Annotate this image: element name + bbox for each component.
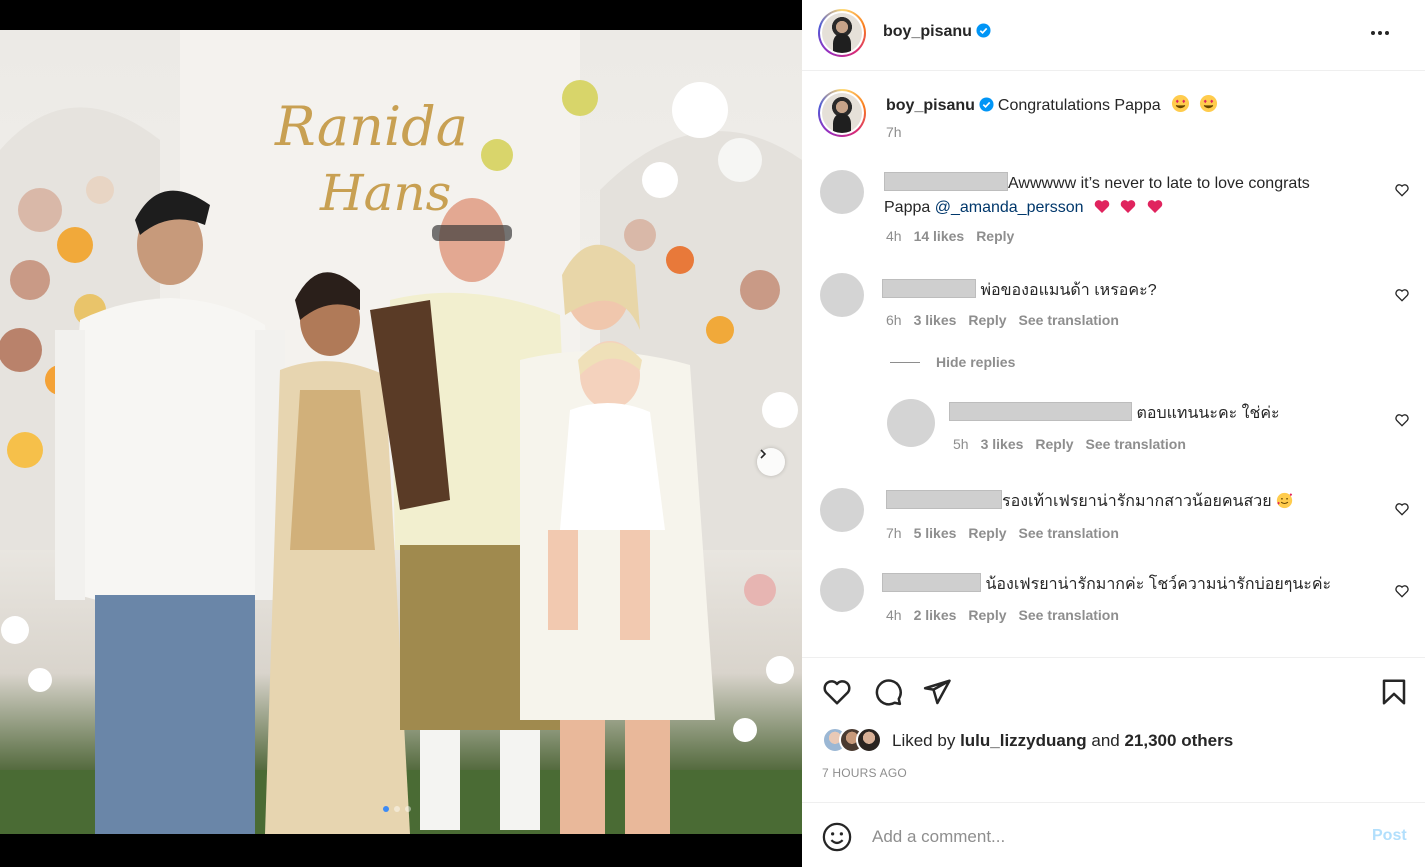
- comment-meta: 6h 3 likes Reply See translation: [886, 312, 1119, 328]
- backdrop-name-1: Ranida: [274, 95, 468, 158]
- comment-username-redacted[interactable]: [886, 490, 1002, 509]
- comment-meta: 7h 5 likes Reply See translation: [886, 525, 1119, 541]
- author-username-text[interactable]: boy_pisanu: [883, 23, 972, 40]
- reply-meta: 5h 3 likes Reply See translation: [953, 436, 1186, 452]
- comment-avatar[interactable]: [820, 568, 864, 612]
- carousel-dot[interactable]: [394, 806, 400, 812]
- comment-text: รองเท้าเฟรยาน่ารักมากสาวน้อยคนสวย: [886, 490, 1293, 514]
- carousel-next-button[interactable]: [757, 448, 785, 476]
- comment-like-heart-icon[interactable]: [1394, 583, 1410, 599]
- caption-text: Congratulations Pappa: [997, 97, 1161, 114]
- comment-time[interactable]: 7h: [886, 525, 902, 541]
- comment-bubble-icon[interactable]: [873, 677, 903, 707]
- comment-input[interactable]: [872, 823, 1342, 851]
- media-panel: Ranida Hans: [0, 0, 802, 867]
- backdrop-name-2: Hans: [319, 164, 451, 222]
- comment-reply-button[interactable]: Reply: [968, 312, 1006, 328]
- carousel-dot[interactable]: [405, 806, 411, 812]
- comment-like-heart-icon[interactable]: [1394, 412, 1410, 428]
- emoji-picker-icon[interactable]: [822, 822, 852, 852]
- comment-likes[interactable]: 5 likes: [914, 525, 957, 541]
- post-details-panel: boy_pisanu boy_pisanu Congratulations Pap…: [802, 0, 1425, 867]
- comment-time[interactable]: 5h: [953, 436, 969, 452]
- comment-time[interactable]: 4h: [886, 607, 902, 623]
- comment-username-redacted[interactable]: [949, 402, 1132, 421]
- comment-avatar[interactable]: [820, 273, 864, 317]
- caption-username[interactable]: boy_pisanu: [886, 97, 975, 114]
- instagram-post-view: Ranida Hans boy_pisanu boy_pisanu Congra…: [0, 0, 1425, 867]
- comment-reply-button[interactable]: Reply: [1035, 436, 1073, 452]
- reply-text: ตอบแทนนะคะ ใช่ค่ะ: [949, 402, 1280, 426]
- reply-avatar[interactable]: [887, 399, 935, 447]
- add-comment-bar: Post: [802, 802, 1425, 867]
- author-avatar[interactable]: [818, 9, 866, 57]
- comment-avatar[interactable]: [820, 170, 864, 214]
- chevron-right-icon: [760, 449, 767, 459]
- comment-avatar[interactable]: [820, 488, 864, 532]
- post-header: boy_pisanu: [802, 0, 1425, 71]
- post-photo: Ranida Hans: [0, 30, 802, 834]
- see-translation-button[interactable]: See translation: [1019, 607, 1119, 623]
- caption-time[interactable]: 7h: [886, 124, 902, 140]
- liked-by-others[interactable]: 21,300 others: [1124, 731, 1233, 750]
- hearts-face-emoji-icon: [1276, 492, 1293, 509]
- author-username[interactable]: boy_pisanu: [883, 23, 991, 41]
- comment-meta: 4h 14 likes Reply: [886, 228, 1014, 244]
- comment-reply-button[interactable]: Reply: [968, 607, 1006, 623]
- verified-badge-icon: [979, 97, 994, 112]
- hide-replies-label[interactable]: Hide replies: [936, 354, 1015, 370]
- liked-by-text: Liked by lulu_lizzyduang and 21,300 othe…: [892, 731, 1234, 750]
- liked-by-avatars[interactable]: [822, 727, 892, 755]
- comment-likes[interactable]: 14 likes: [914, 228, 965, 244]
- caption-author-avatar[interactable]: [818, 89, 866, 137]
- red-heart-emoji-icon: [1121, 200, 1136, 213]
- heart-eyes-emoji-icon: [1172, 94, 1190, 113]
- comment-reply-button[interactable]: Reply: [976, 228, 1014, 244]
- verified-badge-icon: [976, 23, 991, 38]
- hide-replies-button[interactable]: Hide replies: [890, 354, 1015, 370]
- comment-like-heart-icon[interactable]: [1394, 182, 1410, 198]
- red-heart-emoji-icon: [1094, 200, 1110, 213]
- red-heart-emoji-icon: [1147, 200, 1163, 213]
- comment-username-redacted[interactable]: [882, 573, 981, 592]
- carousel-dot[interactable]: [383, 806, 389, 812]
- liked-by-user[interactable]: lulu_lizzyduang: [960, 731, 1087, 750]
- save-bookmark-icon[interactable]: [1379, 677, 1409, 707]
- posted-time[interactable]: 7 HOURS AGO: [822, 766, 907, 780]
- comment-text: พ่อของอแมนด้า เหรอคะ?: [882, 279, 1157, 303]
- comment-text: Awwwww it’s never to late to love congra…: [884, 172, 1384, 220]
- see-translation-button[interactable]: See translation: [1019, 312, 1119, 328]
- comment-time[interactable]: 6h: [886, 312, 902, 328]
- comment-meta: 4h 2 likes Reply See translation: [886, 607, 1119, 623]
- caption: boy_pisanu Congratulations Pappa: [886, 94, 1218, 115]
- comment-mention[interactable]: @_amanda_persson: [935, 199, 1084, 216]
- comment-reply-button[interactable]: Reply: [968, 525, 1006, 541]
- comment-username-redacted[interactable]: [884, 172, 1008, 191]
- liker-avatar[interactable]: [856, 727, 882, 753]
- comment-like-heart-icon[interactable]: [1394, 287, 1410, 303]
- comment-time[interactable]: 4h: [886, 228, 902, 244]
- more-options-button[interactable]: [1367, 22, 1393, 44]
- see-translation-button[interactable]: See translation: [1086, 436, 1186, 452]
- post-comment-button[interactable]: Post: [1372, 827, 1407, 845]
- post-actions: [802, 657, 1425, 802]
- comment-text: น้องเฟรยาน่ารักมากค่ะ โชว์ความน่ารักบ่อย…: [882, 573, 1331, 597]
- share-paper-plane-icon[interactable]: [922, 677, 952, 707]
- carousel-dots: [383, 806, 411, 812]
- comment-likes[interactable]: 3 likes: [914, 312, 957, 328]
- comment-likes[interactable]: 2 likes: [914, 607, 957, 623]
- like-heart-icon[interactable]: [822, 677, 852, 707]
- heart-eyes-emoji-icon: [1199, 94, 1217, 113]
- photo-illustration: Ranida Hans: [0, 30, 802, 834]
- comment-username-redacted[interactable]: [882, 279, 976, 298]
- comment-like-heart-icon[interactable]: [1394, 501, 1410, 517]
- see-translation-button[interactable]: See translation: [1019, 525, 1119, 541]
- comment-likes[interactable]: 3 likes: [981, 436, 1024, 452]
- divider-line: [890, 361, 920, 363]
